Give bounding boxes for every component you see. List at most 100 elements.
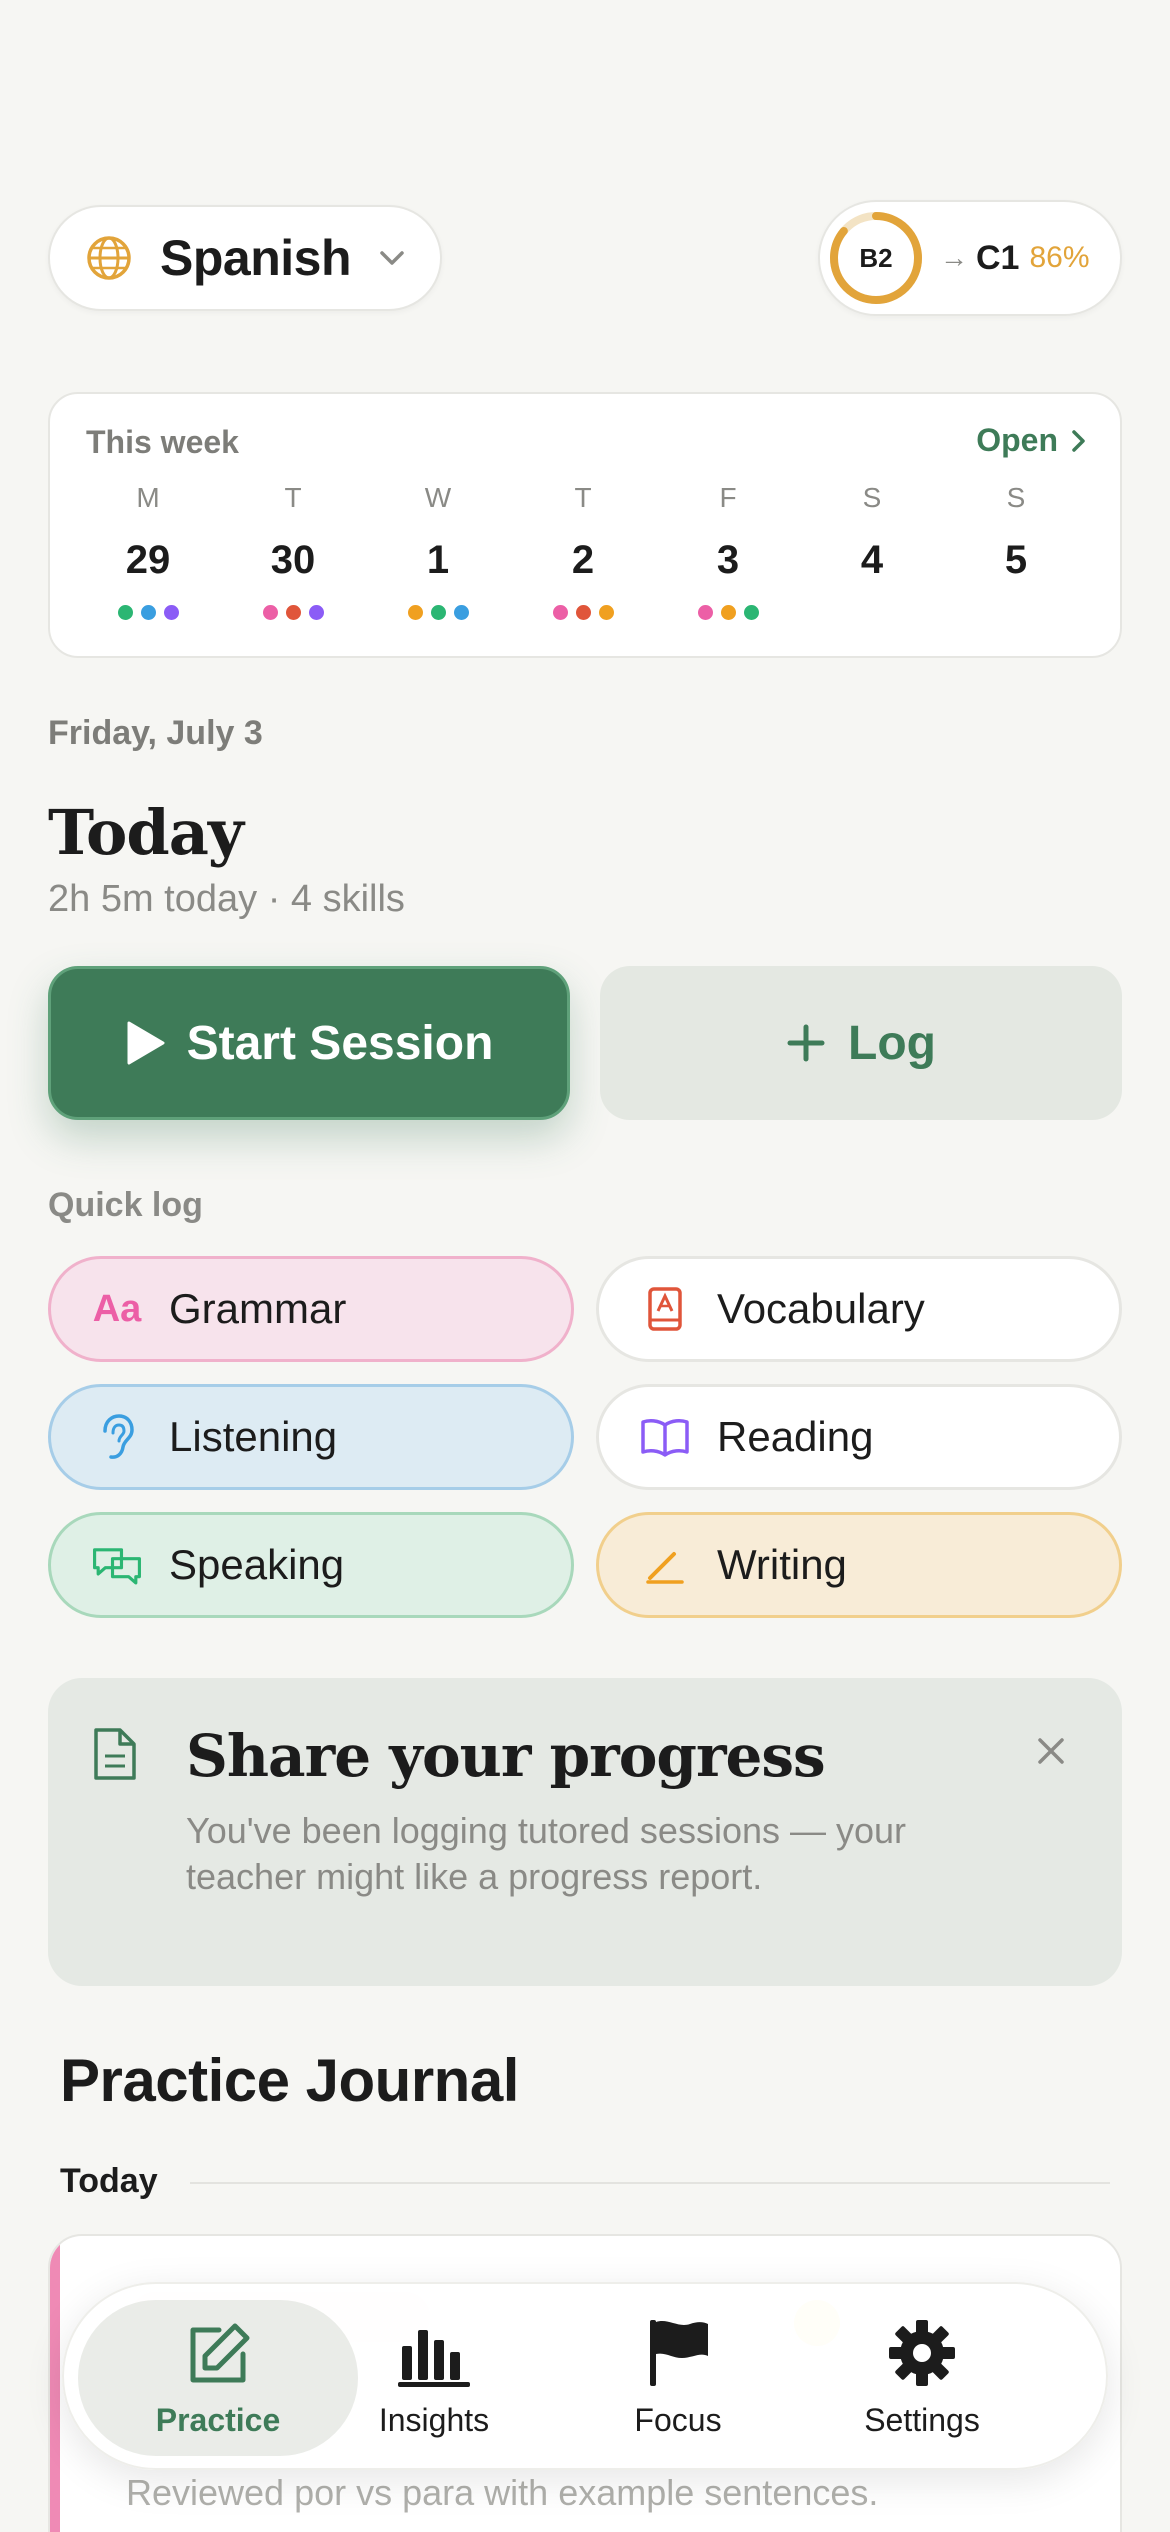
tab-label: Focus <box>634 2401 722 2438</box>
skill-dot <box>575 605 591 620</box>
day-skill-dots <box>812 605 932 621</box>
level-progress-pill[interactable]: B2 → C1 86% <box>818 200 1122 316</box>
day-skill-dots <box>88 605 208 621</box>
skill-dot <box>262 605 278 620</box>
day-number: 2 <box>571 538 595 582</box>
tab-label: Insights <box>378 2401 490 2438</box>
day-skill-dots <box>668 605 788 621</box>
week-day[interactable]: S5 <box>956 482 1076 621</box>
tab-label: Settings <box>864 2401 980 2438</box>
listening-label: Listening <box>169 1413 338 1460</box>
book-icon <box>639 1411 691 1463</box>
day-letter: M <box>136 482 160 513</box>
reading-label: Reading <box>717 1413 874 1460</box>
day-skill-dots <box>956 605 1076 621</box>
week-title: This week <box>86 424 239 460</box>
quick-log-vocabulary[interactable]: Vocabulary <box>596 1256 1122 1362</box>
week-open-label: Open <box>976 422 1058 458</box>
journal-section-today: Today <box>60 2162 158 2200</box>
day-letter: S <box>862 482 882 513</box>
grammar-icon: Aa <box>92 1287 142 1330</box>
week-calendar-card: This week Open M 29 T 30 W 1 T 2 F 3 S 4 S 5 <box>48 392 1122 658</box>
globe-icon <box>87 236 131 280</box>
gear-icon <box>889 2319 955 2386</box>
skill-dot <box>453 605 469 620</box>
section-divider <box>190 2182 1110 2184</box>
tab-settings[interactable]: Settings <box>802 2284 1042 2472</box>
day-skill-dots <box>378 605 498 621</box>
grammar-label: Grammar <box>169 1285 347 1332</box>
entry-color-stripe <box>50 2236 60 2532</box>
week-day[interactable]: F3 <box>668 482 788 621</box>
journal-title: Practice Journal <box>60 2047 519 2114</box>
day-number: 30 <box>270 538 316 582</box>
skill-dot <box>697 605 713 620</box>
day-letter: T <box>284 482 302 513</box>
quick-log-listening[interactable]: Listening <box>48 1384 574 1490</box>
day-letter: W <box>424 482 452 513</box>
plus-icon <box>787 1024 825 1062</box>
skill-dot <box>117 605 133 620</box>
day-letter: T <box>574 482 592 513</box>
day-number: 29 <box>125 538 171 582</box>
day-skill-dots <box>523 605 643 621</box>
skill-dot <box>308 605 324 620</box>
week-open-link[interactable]: Open <box>976 422 1090 459</box>
skill-dot <box>743 605 759 620</box>
edit-square-icon <box>190 2323 250 2382</box>
day-number: 4 <box>860 538 884 582</box>
share-body: You've been logging tutored sessions — y… <box>186 1810 907 1897</box>
start-session-label: Start Session <box>186 1016 494 1070</box>
language-name: Spanish <box>160 230 351 286</box>
level-progress-ring: B2 <box>826 208 926 308</box>
vocabulary-label: Vocabulary <box>717 1285 925 1332</box>
speaking-label: Speaking <box>169 1541 345 1588</box>
quick-log-speaking[interactable]: Speaking <box>48 1512 574 1618</box>
week-day[interactable]: S4 <box>812 482 932 621</box>
tab-focus[interactable]: Focus <box>558 2284 798 2472</box>
tab-label: Practice <box>155 2401 281 2438</box>
arrow-right-icon: → <box>940 242 968 273</box>
day-skill-dots <box>233 605 353 621</box>
chevron-down-icon <box>380 251 404 265</box>
log-button[interactable]: Log <box>600 966 1122 1120</box>
target-level: C1 <box>976 238 1020 277</box>
share-progress-card[interactable]: Share your progress You've been logging … <box>48 1678 1122 1986</box>
day-letter: S <box>1006 482 1026 513</box>
day-number: 3 <box>716 538 740 582</box>
current-level: B2 <box>859 242 893 273</box>
quick-log-writing[interactable]: Writing <box>596 1512 1122 1618</box>
entry-note: Reviewed por vs para with example senten… <box>126 2472 879 2513</box>
bar-chart-icon <box>398 2329 470 2387</box>
week-day[interactable]: T2 <box>523 482 643 621</box>
level-progress-percent: 86% <box>1029 241 1090 274</box>
page-title: Today <box>48 796 244 869</box>
current-date: Friday, July 3 <box>48 714 263 752</box>
quick-log-reading[interactable]: Reading <box>596 1384 1122 1490</box>
skill-dot <box>430 605 446 620</box>
log-label: Log <box>848 1016 936 1070</box>
play-icon <box>127 1021 165 1065</box>
language-selector[interactable]: Spanish <box>48 205 442 311</box>
ear-icon <box>91 1411 143 1463</box>
dictionary-icon <box>639 1283 691 1335</box>
tab-insights[interactable]: Insights <box>314 2284 554 2472</box>
week-day[interactable]: T 30 <box>233 482 353 621</box>
quick-log-grammar[interactable]: Aa Grammar <box>48 1256 574 1362</box>
day-letter: F <box>719 482 737 513</box>
close-icon[interactable] <box>1036 1736 1066 1766</box>
chevron-right-icon <box>1072 429 1085 452</box>
pencil-icon <box>639 1539 691 1591</box>
skill-dot <box>552 605 568 620</box>
week-day[interactable]: M 29 <box>88 482 208 621</box>
share-title: Share your progress <box>186 1722 826 1790</box>
today-summary: 2h 5m today · 4 skills <box>48 878 405 920</box>
start-session-button[interactable]: Start Session <box>48 966 570 1120</box>
quick-log-label: Quick log <box>48 1186 203 1224</box>
tab-bar: Practice Insights Focus Settings <box>62 2282 1108 2470</box>
skill-dot <box>140 605 156 620</box>
flag-icon <box>650 2319 708 2386</box>
week-day[interactable]: W1 <box>378 482 498 621</box>
day-number: 5 <box>1004 538 1028 582</box>
writing-label: Writing <box>717 1541 847 1588</box>
